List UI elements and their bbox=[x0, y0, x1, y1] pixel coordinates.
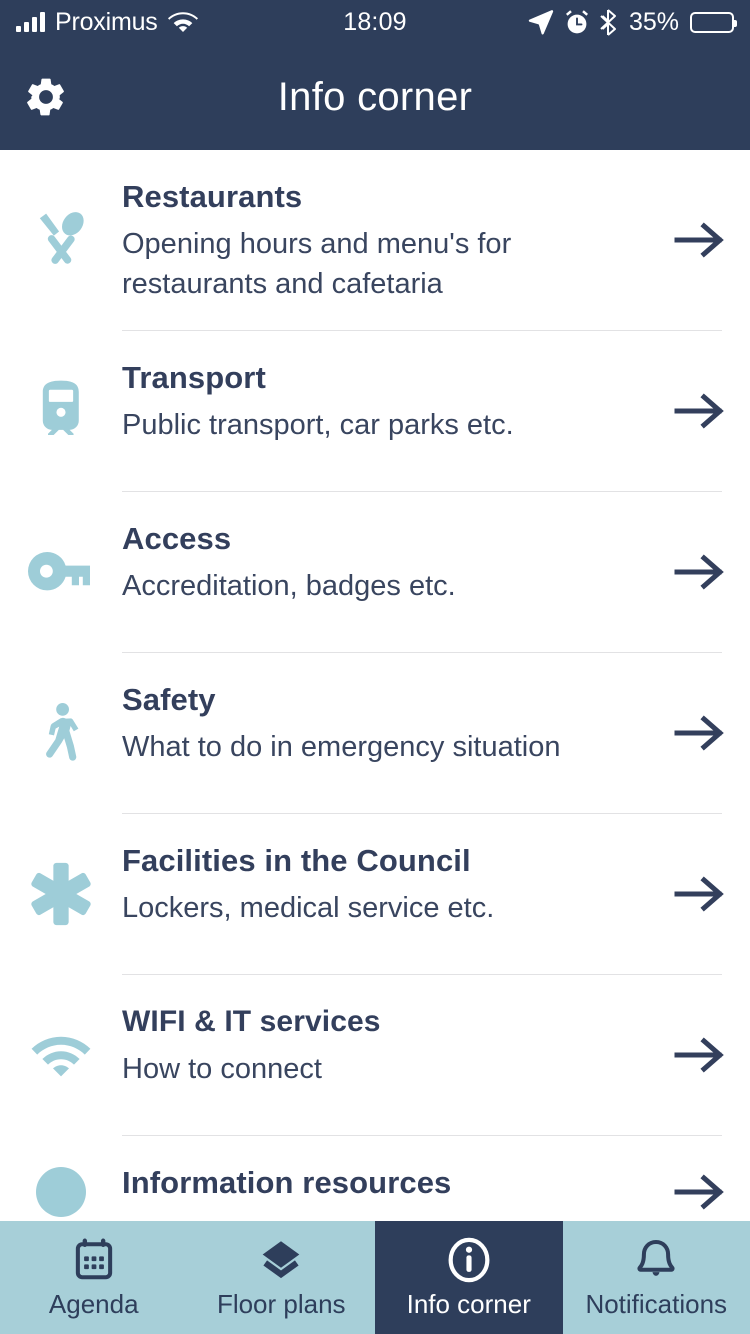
info-circle-icon bbox=[447, 1237, 491, 1283]
gear-icon bbox=[23, 74, 69, 120]
app-header: Info corner bbox=[0, 44, 750, 150]
arrow-right-icon[interactable] bbox=[650, 150, 750, 330]
arrow-right-icon[interactable] bbox=[650, 492, 750, 652]
status-bar-time: 18:09 bbox=[343, 7, 407, 36]
list-item-subtitle: Opening hours and menu's for restaurants… bbox=[122, 228, 512, 300]
info-bubble-icon bbox=[0, 1136, 122, 1221]
list-item-text: Information resources bbox=[122, 1136, 650, 1221]
list-item-text: Facilities in the Council Lockers, medic… bbox=[122, 814, 650, 954]
info-list[interactable]: Restaurants Opening hours and menu's for… bbox=[0, 150, 750, 1221]
arrow-right-icon[interactable] bbox=[650, 331, 750, 491]
app-screen: Proximus 18:09 35% Info corner Restauran… bbox=[0, 0, 750, 1334]
list-item-title: Restaurants bbox=[122, 179, 303, 214]
layers-icon bbox=[259, 1237, 303, 1283]
train-icon bbox=[0, 331, 122, 491]
battery-percent-label: 35% bbox=[628, 7, 679, 36]
status-bar: Proximus 18:09 35% bbox=[0, 0, 750, 44]
tab-label: Info corner bbox=[406, 1288, 531, 1319]
list-item-text: Access Accreditation, badges etc. bbox=[122, 492, 650, 632]
list-item-facilities[interactable]: Facilities in the Council Lockers, medic… bbox=[0, 814, 750, 974]
cutlery-icon bbox=[0, 150, 122, 330]
battery-icon bbox=[690, 11, 737, 33]
list-item-text: Restaurants Opening hours and menu's for… bbox=[122, 150, 650, 330]
list-item-title: Access bbox=[122, 521, 232, 556]
list-item-title: Transport bbox=[122, 360, 266, 395]
arrow-right-icon[interactable] bbox=[650, 975, 750, 1135]
arrow-right-icon[interactable] bbox=[650, 814, 750, 974]
wifi-icon bbox=[167, 11, 198, 33]
arrow-right-icon[interactable] bbox=[650, 1136, 750, 1221]
status-bar-left: Proximus bbox=[16, 8, 343, 37]
bottom-tab-bar[interactable]: Agenda Floor plans Info corner Notificat… bbox=[0, 1221, 750, 1334]
tab-label: Agenda bbox=[48, 1288, 139, 1319]
tab-label: Floor plans bbox=[216, 1288, 346, 1319]
tab-info-corner[interactable]: Info corner bbox=[375, 1221, 563, 1334]
key-icon bbox=[0, 492, 122, 652]
list-item-information-resources[interactable]: Information resources bbox=[0, 1136, 750, 1221]
bluetooth-icon bbox=[600, 8, 618, 36]
list-item-restaurants[interactable]: Restaurants Opening hours and menu's for… bbox=[0, 150, 750, 330]
list-item-title: Facilities in the Council bbox=[122, 843, 471, 878]
signal-bars-icon bbox=[16, 12, 45, 32]
list-item-subtitle: Lockers, medical service etc. bbox=[122, 892, 495, 924]
tab-floor-plans[interactable]: Floor plans bbox=[188, 1221, 376, 1334]
list-item-subtitle: Accreditation, badges etc. bbox=[122, 570, 456, 602]
settings-button[interactable] bbox=[18, 69, 74, 125]
page-title: Info corner bbox=[277, 74, 473, 119]
walking-person-icon bbox=[0, 653, 122, 813]
arrow-right-icon[interactable] bbox=[650, 653, 750, 813]
bell-icon bbox=[634, 1237, 678, 1283]
asterisk-icon bbox=[0, 814, 122, 974]
list-item-subtitle: How to connect bbox=[122, 1053, 322, 1085]
list-item-wifi[interactable]: WIFI & IT services How to connect bbox=[0, 975, 750, 1135]
location-arrow-icon bbox=[528, 9, 554, 35]
tab-agenda[interactable]: Agenda bbox=[0, 1221, 188, 1334]
list-item-safety[interactable]: Safety What to do in emergency situation bbox=[0, 653, 750, 813]
list-item-text: Transport Public transport, car parks et… bbox=[122, 331, 650, 471]
list-item-access[interactable]: Access Accreditation, badges etc. bbox=[0, 492, 750, 652]
carrier-name: Proximus bbox=[55, 7, 158, 36]
calendar-icon bbox=[72, 1237, 116, 1283]
list-item-subtitle: Public transport, car parks etc. bbox=[122, 409, 514, 441]
wifi-icon bbox=[0, 975, 122, 1135]
tab-label: Notifications bbox=[585, 1288, 728, 1319]
list-item-text: Safety What to do in emergency situation bbox=[122, 653, 650, 793]
list-item-title: Information resources bbox=[122, 1165, 452, 1200]
list-item-title: Safety bbox=[122, 682, 216, 717]
alarm-clock-icon bbox=[565, 9, 589, 35]
list-item-title: WIFI & IT services bbox=[122, 1005, 381, 1038]
tab-notifications[interactable]: Notifications bbox=[563, 1221, 750, 1334]
list-item-text: WIFI & IT services How to connect bbox=[122, 975, 650, 1115]
list-item-subtitle: What to do in emergency situation bbox=[122, 731, 561, 763]
status-bar-right: 35% bbox=[407, 7, 737, 37]
list-item-transport[interactable]: Transport Public transport, car parks et… bbox=[0, 331, 750, 491]
